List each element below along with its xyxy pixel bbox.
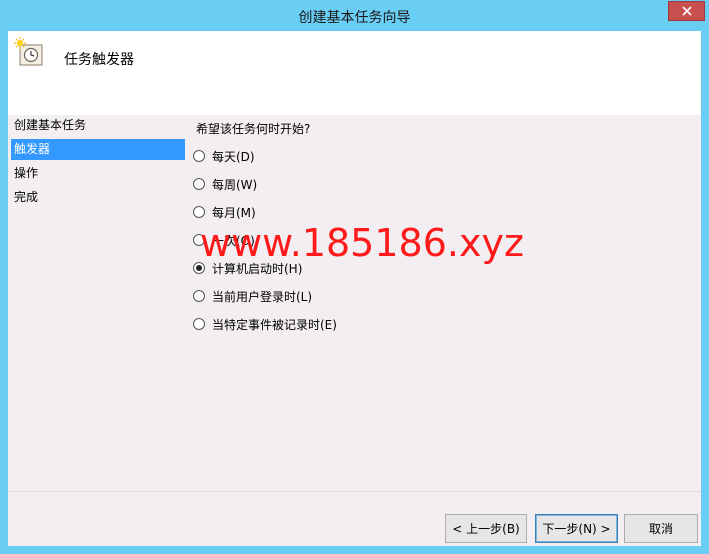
window-title: 创建基本任务向导 <box>298 10 411 26</box>
option-user-logon-label[interactable]: 当前用户登录时(L) <box>212 288 312 305</box>
radio-daily[interactable] <box>193 150 205 162</box>
option-daily[interactable]: 每天(D) <box>193 147 255 165</box>
sidebar-item-create-basic-task[interactable]: 创建基本任务 <box>11 115 185 136</box>
radio-event-logged[interactable] <box>193 318 205 330</box>
radio-monthly[interactable] <box>193 206 205 218</box>
back-button[interactable]: < 上一步(B) <box>445 514 527 543</box>
close-icon <box>681 6 692 16</box>
option-monthly[interactable]: 每月(M) <box>193 203 256 221</box>
option-monthly-label[interactable]: 每月(M) <box>212 204 256 221</box>
sidebar-item-action[interactable]: 操作 <box>11 163 185 184</box>
option-daily-label[interactable]: 每天(D) <box>212 148 255 165</box>
option-event-logged-label[interactable]: 当特定事件被记录时(E) <box>212 316 337 333</box>
trigger-options-panel: 希望该任务何时开始? 每天(D) 每周(W) 每月(M) 一次(O) 计算机启动… <box>193 115 693 495</box>
option-event-logged[interactable]: 当特定事件被记录时(E) <box>193 315 337 333</box>
title-bar[interactable]: 创建基本任务向导 <box>0 0 709 31</box>
page-title: 任务触发器 <box>64 52 134 68</box>
watermark-text: www.185186.xyz <box>200 221 524 265</box>
sidebar-item-finish[interactable]: 完成 <box>11 187 185 208</box>
close-button[interactable] <box>668 1 705 21</box>
sidebar-item-trigger[interactable]: 触发器 <box>11 139 185 160</box>
radio-user-logon[interactable] <box>193 290 205 302</box>
wizard-client-area: 任务触发器 创建基本任务 触发器 操作 完成 希望该任务何时开始? 每天(D) … <box>8 31 701 546</box>
next-button[interactable]: 下一步(N) > <box>535 514 618 543</box>
radio-weekly[interactable] <box>193 178 205 190</box>
cancel-button[interactable]: 取消 <box>624 514 698 543</box>
wizard-header: 任务触发器 <box>8 31 701 115</box>
option-weekly[interactable]: 每周(W) <box>193 175 257 193</box>
wizard-steps-sidebar: 创建基本任务 触发器 操作 完成 <box>8 115 188 495</box>
trigger-question: 希望该任务何时开始? <box>196 122 311 136</box>
footer-divider <box>8 491 701 492</box>
wizard-window: 创建基本任务向导 任务触发器 创建基本任务 触发器 操作 完成 希望该任务何时开… <box>0 0 709 554</box>
task-clock-icon <box>14 37 43 66</box>
option-weekly-label[interactable]: 每周(W) <box>212 176 257 193</box>
option-user-logon[interactable]: 当前用户登录时(L) <box>193 287 312 305</box>
